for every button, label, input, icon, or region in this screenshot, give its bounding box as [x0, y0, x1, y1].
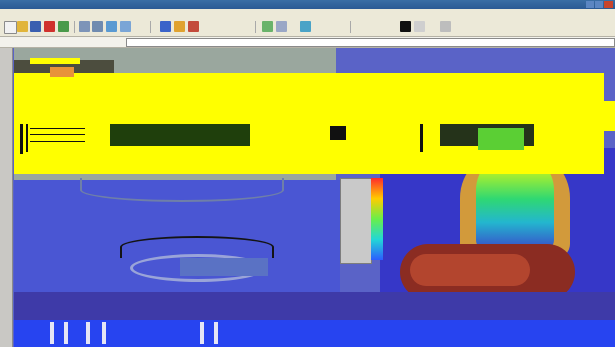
image-artifact	[86, 322, 90, 344]
close-icon[interactable]	[604, 1, 613, 8]
delete-icon[interactable]	[44, 21, 55, 32]
image-artifact	[478, 128, 524, 150]
grid-icon[interactable]	[79, 21, 90, 32]
toolbar-separator	[150, 21, 151, 33]
image-artifact	[30, 58, 80, 64]
left-tool-strip	[0, 48, 13, 347]
image-artifact	[30, 128, 85, 129]
seat-cushion-highlight	[410, 254, 530, 286]
command-input[interactable]	[126, 38, 615, 47]
pan-icon[interactable]	[120, 21, 131, 32]
toolbar-separator	[350, 21, 351, 33]
result-legend-panel	[340, 178, 372, 264]
image-artifact	[50, 67, 74, 77]
image-artifact	[420, 124, 423, 152]
rotate-icon[interactable]	[106, 21, 117, 32]
minimize-icon[interactable]	[586, 1, 594, 8]
section-icon[interactable]	[300, 21, 311, 32]
image-artifact	[330, 126, 346, 140]
image-artifact	[20, 124, 23, 154]
image-artifact	[102, 322, 106, 344]
open-folder-icon[interactable]	[17, 21, 28, 32]
image-artifact	[50, 322, 54, 344]
model-edge	[80, 178, 284, 202]
save-icon[interactable]	[30, 21, 41, 32]
results-icon[interactable]	[188, 21, 199, 32]
line-weight-icon[interactable]	[440, 21, 451, 32]
toolbar-separator	[74, 21, 75, 33]
image-artifact	[603, 101, 615, 131]
solver-icon[interactable]	[174, 21, 185, 32]
image-artifact	[26, 124, 28, 152]
image-artifact	[64, 322, 68, 344]
window-controls	[586, 1, 613, 8]
wireframe-icon[interactable]	[276, 21, 287, 32]
image-artifact	[180, 258, 268, 276]
image-artifact	[14, 292, 615, 320]
shading-icon[interactable]	[262, 21, 273, 32]
new-file-icon[interactable]	[4, 21, 17, 34]
image-artifact	[200, 322, 204, 344]
image-artifact	[214, 322, 218, 344]
image-artifact	[30, 141, 85, 142]
color-swatch-icon[interactable]	[400, 21, 411, 32]
title-bar	[0, 0, 615, 9]
zoom-icon[interactable]	[92, 21, 103, 32]
mesh-icon[interactable]	[160, 21, 171, 32]
line-style-icon[interactable]	[414, 21, 425, 32]
image-artifact	[110, 124, 250, 146]
image-artifact	[30, 134, 85, 135]
maximize-icon[interactable]	[595, 1, 603, 8]
legend-color-ramp	[371, 178, 383, 260]
undo-icon[interactable]	[58, 21, 69, 32]
toolbar-separator	[255, 21, 256, 33]
